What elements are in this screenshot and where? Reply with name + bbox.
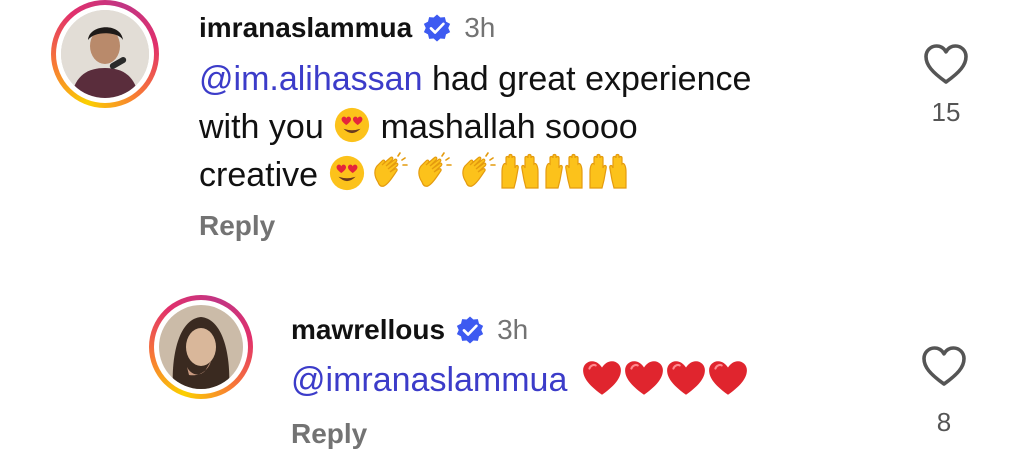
clapping-hands-emoji <box>366 152 410 192</box>
reply-button[interactable]: Reply <box>199 210 275 242</box>
verified-badge-icon <box>422 13 452 43</box>
reply-button[interactable]: Reply <box>291 418 367 450</box>
mention-link[interactable]: @imranaslammua <box>291 361 567 399</box>
red-heart-emoji <box>665 359 707 397</box>
red-heart-emoji <box>623 359 665 397</box>
heart-outline-icon[interactable] <box>922 42 970 86</box>
like-count: 15 <box>931 97 961 127</box>
red-heart-emoji <box>581 359 623 397</box>
comment-text: @imranaslammua <box>291 356 851 404</box>
comment-header: imranaslammua 3h <box>199 8 495 48</box>
heart-outline-icon[interactable] <box>920 344 968 388</box>
mention-link[interactable]: @im.alihassan <box>199 60 423 98</box>
heart-eyes-emoji <box>328 154 366 192</box>
clapping-hands-emoji <box>410 152 454 192</box>
clapping-hands-emoji <box>454 152 498 192</box>
comment-text: @im.alihassan had great experience with … <box>199 55 879 199</box>
avatar-photo <box>61 10 149 98</box>
avatar[interactable] <box>149 295 253 399</box>
comment-text-segment: creative <box>199 156 328 194</box>
raising-hands-emoji <box>586 152 630 192</box>
like-count: 8 <box>936 407 952 437</box>
heart-eyes-emoji <box>333 106 371 144</box>
avatar[interactable] <box>51 0 159 108</box>
timestamp: 3h <box>497 314 529 345</box>
comment: imranaslammua 3h @im.alihassan had great… <box>0 0 1024 260</box>
like-group: 8 <box>914 344 974 438</box>
comment-text-segment: had great experience <box>422 60 752 98</box>
raising-hands-emoji <box>542 152 586 192</box>
red-heart-emoji <box>707 359 749 397</box>
comment-text-segment: with you <box>199 108 334 146</box>
username[interactable]: mawrellous <box>291 314 445 346</box>
raising-hands-emoji <box>498 152 542 192</box>
comment-header: mawrellous 3h <box>291 310 528 350</box>
like-group: 15 <box>916 42 976 128</box>
comment-text-segment: mashallah soooo <box>371 108 638 146</box>
username[interactable]: imranaslammua <box>199 12 412 44</box>
verified-badge-icon <box>455 315 485 345</box>
timestamp: 3h <box>464 12 496 43</box>
reply-comment: mawrellous 3h @imranaslammua Reply 8 <box>0 290 1024 458</box>
avatar-photo <box>159 305 243 389</box>
